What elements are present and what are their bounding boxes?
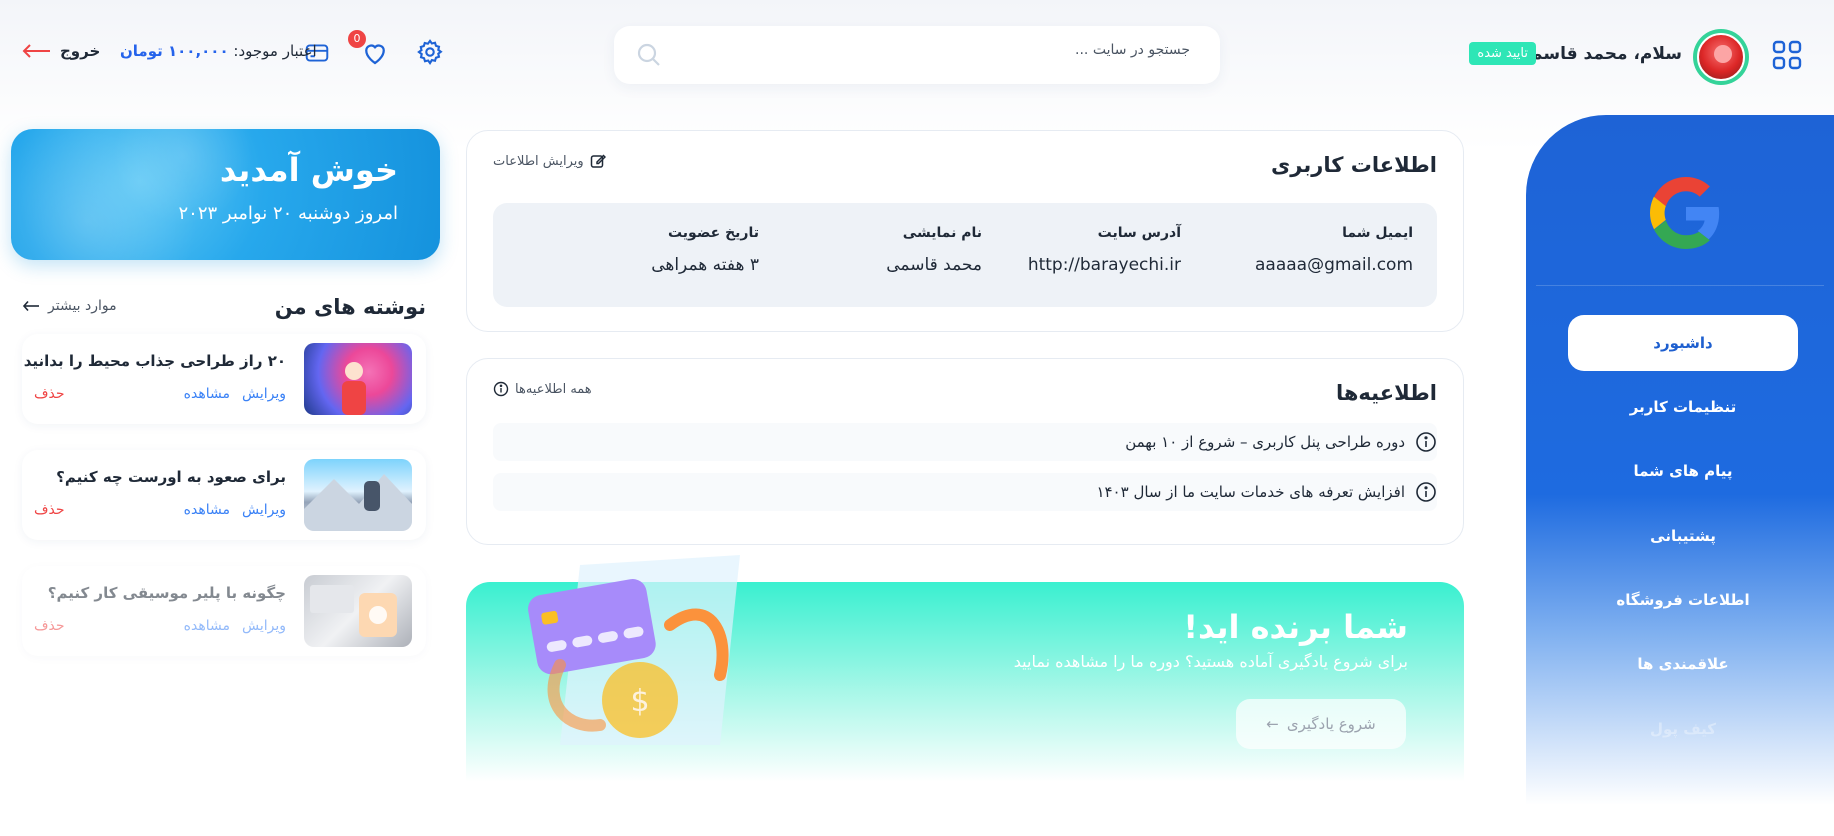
sidebar-item-user-settings[interactable]: تنظیمات کاربر <box>1568 379 1798 435</box>
winner-subtitle: برای شروع یادگیری آماده هستید؟ دوره ما ر… <box>1013 652 1408 671</box>
apps-grid-icon[interactable] <box>1772 40 1802 70</box>
notification-text: افزایش تعرفه های خدمات سایت ما از سال ۱۴… <box>1096 483 1405 501</box>
info-icon <box>1416 432 1436 452</box>
sidebar-item-wallet[interactable]: کیف پول <box>1568 701 1798 757</box>
logout-label: خروج <box>60 42 101 60</box>
post-edit-link[interactable]: ویرایش <box>242 618 286 634</box>
all-notifications-label: همه اطلاعیه‌ها <box>515 381 592 397</box>
user-info-title: اطلاعات کاربری <box>1271 153 1437 177</box>
edit-info-label: ویرایش اطلاعات <box>493 153 584 169</box>
welcome-date: امروز دوشنبه ۲۰ نوامبر ۲۰۲۳ <box>178 203 399 224</box>
post-thumbnail <box>304 343 412 415</box>
credit-amount: ۱۰۰,۰۰۰ تومان <box>120 42 229 60</box>
post-edit-link[interactable]: ویرایش <box>242 502 286 518</box>
post-view-link[interactable]: مشاهده <box>184 502 230 518</box>
my-posts-title: نوشته های من <box>274 295 426 319</box>
sidebar-item-support[interactable]: پشتیبانی <box>1568 508 1798 564</box>
sidebar-item-dashboard[interactable]: داشبورد <box>1568 315 1798 371</box>
post-item[interactable]: چگونه با پلیر موسیقی کار کنیم؟ ویرایش مش… <box>22 566 426 656</box>
settings-gear-icon[interactable] <box>416 38 444 66</box>
logout-button[interactable]: خروج <box>22 42 100 60</box>
post-title: برای صعود به اورست چه کنیم؟ <box>56 468 286 486</box>
post-item[interactable]: ۲۰ راز طراحی جذاب محیط را بدانید ویرایش … <box>22 334 426 424</box>
notifications-title: اطلاعیه‌ها <box>1335 381 1437 405</box>
welcome-card: خوش آمدید امروز دوشنبه ۲۰ نوامبر ۲۰۲۳ <box>11 129 440 260</box>
post-delete-link[interactable]: حذف <box>34 502 65 518</box>
post-delete-link[interactable]: حذف <box>34 386 65 402</box>
notification-text: دوره طراحی پنل کاربری – شروع از ۱۰ بهمن <box>1125 433 1405 451</box>
notifications-card: اطلاعیه‌ها همه اطلاعیه‌ها دوره طراحی پنل… <box>466 358 1464 545</box>
favorites-heart-icon[interactable]: 0 <box>348 30 390 68</box>
post-view-link[interactable]: مشاهده <box>184 386 230 402</box>
sidebar: داشبورد تنظیمات کاربر پیام های شما پشتیب… <box>1526 115 1834 805</box>
sidebar-item-messages[interactable]: پیام های شما <box>1568 443 1798 499</box>
website-field: آدرس سایت http://barayechi.ir <box>1027 225 1181 275</box>
all-notifications-link[interactable]: همه اطلاعیه‌ها <box>493 381 592 397</box>
user-info-fields: ایمیل شما aaaaa@gmail.com آدرس سایت http… <box>493 203 1437 307</box>
credit-card-illustration-icon: $ <box>528 555 740 745</box>
post-edit-link[interactable]: ویرایش <box>242 386 286 402</box>
sidebar-item-store-info[interactable]: اطلاعات فروشگاه <box>1568 572 1798 628</box>
post-delete-link[interactable]: حذف <box>34 618 65 634</box>
email-field: ایمیل شما aaaaa@gmail.com <box>1254 225 1413 275</box>
start-learning-label: شروع یادگیری <box>1286 715 1376 733</box>
display-name-field: نام نمایشی محمد قاسمی <box>886 225 982 275</box>
verified-badge: تایید شده <box>1469 42 1536 65</box>
info-icon <box>1416 482 1436 502</box>
arrow-left-icon <box>22 300 39 312</box>
notification-item[interactable]: دوره طراحی پنل کاربری – شروع از ۱۰ بهمن <box>493 423 1437 461</box>
credit-label: اعتبار موجود: <box>233 42 317 60</box>
more-posts-link[interactable]: موارد بیشتر <box>22 298 117 314</box>
welcome-title: خوش آمدید <box>219 151 398 189</box>
arrow-left-icon: ← <box>1266 715 1279 733</box>
search-box <box>614 26 1220 84</box>
notification-count-badge: 0 <box>348 30 366 48</box>
arrow-left-icon <box>22 44 50 58</box>
search-input[interactable] <box>690 42 1190 58</box>
notification-item[interactable]: افزایش تعرفه های خدمات سایت ما از سال ۱۴… <box>493 473 1437 511</box>
avatar[interactable] <box>1693 29 1749 85</box>
membership-date-field: تاریخ عضویت ۳ هفته همراهی <box>651 225 759 275</box>
edit-info-button[interactable]: ویرایش اطلاعات <box>493 153 606 169</box>
edit-pencil-icon <box>590 154 606 168</box>
post-thumbnail <box>304 459 412 531</box>
svg-text:$: $ <box>630 684 649 719</box>
winner-title: شما برنده اید! <box>1183 608 1408 646</box>
google-logo-icon <box>1650 177 1720 249</box>
search-icon[interactable] <box>636 42 662 68</box>
post-thumbnail <box>304 575 412 647</box>
wallet-credit: اعتبار موجود: ۱۰۰,۰۰۰ تومان <box>120 42 317 60</box>
sidebar-divider <box>1536 285 1824 286</box>
post-title: چگونه با پلیر موسیقی کار کنیم؟ <box>47 584 286 602</box>
sidebar-item-favorites[interactable]: علاقمندی ها <box>1568 636 1798 692</box>
user-info-card: اطلاعات کاربری ویرایش اطلاعات ایمیل شما … <box>466 130 1464 332</box>
post-item[interactable]: برای صعود به اورست چه کنیم؟ ویرایش مشاهد… <box>22 450 426 540</box>
more-posts-label: موارد بیشتر <box>48 298 117 314</box>
post-title: ۲۰ راز طراحی جذاب محیط را بدانید <box>23 352 286 370</box>
post-view-link[interactable]: مشاهده <box>184 618 230 634</box>
start-learning-button[interactable]: شروع یادگیری ← <box>1236 699 1406 749</box>
user-greeting: سلام، محمد قاسمی <box>1514 44 1682 64</box>
info-icon <box>493 381 509 397</box>
